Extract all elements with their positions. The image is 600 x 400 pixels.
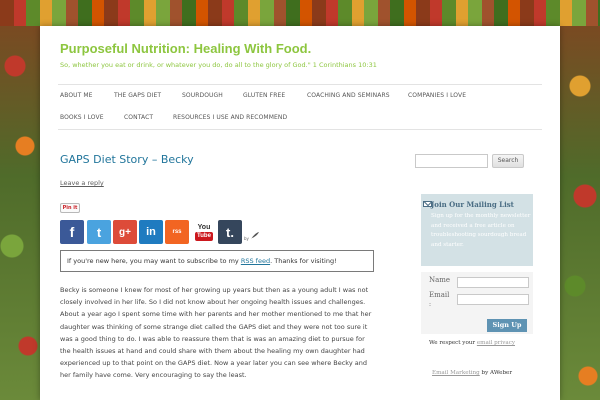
google-plus-glyph: g+ <box>119 226 131 238</box>
email-field[interactable] <box>457 294 529 305</box>
mailing-list-text: Sign up for the monthly newsletter and r… <box>431 213 531 248</box>
nav-item-contact[interactable]: CONTACT <box>124 114 153 121</box>
nav-item-books[interactable]: BOOKS I LOVE <box>60 114 104 121</box>
name-label: Name <box>429 276 451 284</box>
nav-item-coaching[interactable]: COACHING AND SEMINARS <box>307 92 390 99</box>
google-plus-icon[interactable]: g+ <box>113 220 137 244</box>
youtube-text-bottom: Tube <box>195 232 213 241</box>
email-label-colon: : <box>429 301 432 308</box>
share-by-label: by <box>244 236 249 241</box>
linkedin-icon[interactable]: in <box>139 220 163 244</box>
name-field[interactable] <box>457 277 529 288</box>
privacy-note: We respect your email privacy <box>429 340 515 346</box>
nav-item-sourdough[interactable]: SOURDOUGH <box>182 92 223 99</box>
site-description: So, whether you eat or drink, or whateve… <box>60 61 377 69</box>
aweber-credit-text: by AWeber <box>479 370 513 376</box>
youtube-text-top: You <box>197 224 211 231</box>
rss-icon[interactable]: rss <box>165 220 189 244</box>
email-label: Email <box>429 291 450 299</box>
youtube-icon[interactable]: You Tube <box>192 220 216 244</box>
page-container: Purposeful Nutrition: Healing With Food.… <box>40 26 560 400</box>
rss-glyph: rss <box>172 229 182 235</box>
feather-icon <box>251 232 259 239</box>
post-body: Becky is someone I knew for most of her … <box>60 286 372 380</box>
notice-text-after: . Thanks for visiting! <box>270 257 337 265</box>
mailing-list-title: Join Our Mailing List <box>431 200 514 209</box>
pinit-button[interactable]: Pin it <box>60 203 80 213</box>
notice-text-before: If you're new here, you may want to subs… <box>67 257 241 265</box>
post-title[interactable]: GAPS Diet Story – Becky <box>60 153 194 166</box>
rss-notice: If you're new here, you may want to subs… <box>60 250 374 272</box>
background-vegetables-top <box>0 0 600 26</box>
twitter-glyph: t <box>96 224 102 240</box>
aweber-credit: Email Marketing by AWeber <box>432 370 512 376</box>
signup-form: Name Email : Sign Up <box>421 272 533 334</box>
nav-item-resources[interactable]: RESOURCES I USE AND RECOMMEND <box>173 114 287 121</box>
nav-item-about-me[interactable]: ABOUT ME <box>60 92 93 99</box>
privacy-note-text: We respect your <box>429 340 477 346</box>
mailing-list-box: Join Our Mailing List Sign up for the mo… <box>421 194 533 266</box>
nav-item-gaps-diet[interactable]: THE GAPS DIET <box>114 92 161 99</box>
tumblr-icon[interactable]: t. <box>218 220 242 244</box>
site-title[interactable]: Purposeful Nutrition: Healing With Food. <box>60 41 311 56</box>
nav-item-gluten-free[interactable]: GLUTEN FREE <box>243 92 285 99</box>
signup-button[interactable]: Sign Up <box>487 319 527 332</box>
linkedin-glyph: in <box>146 226 156 238</box>
rss-feed-link[interactable]: RSS feed <box>241 257 270 265</box>
nav-item-companies[interactable]: COMPANIES I LOVE <box>408 92 466 99</box>
twitter-icon[interactable]: t <box>87 220 111 244</box>
main-navigation: ABOUT ME THE GAPS DIET SOURDOUGH GLUTEN … <box>58 84 542 130</box>
search-button[interactable]: Search <box>492 154 524 168</box>
email-marketing-link[interactable]: Email Marketing <box>432 370 480 376</box>
facebook-icon[interactable]: f <box>60 220 84 244</box>
facebook-glyph: f <box>69 224 75 240</box>
search-input[interactable] <box>415 154 488 168</box>
leave-reply-link[interactable]: Leave a reply <box>60 179 104 187</box>
email-privacy-link[interactable]: email privacy <box>477 340 515 346</box>
tumblr-glyph: t. <box>226 224 234 240</box>
